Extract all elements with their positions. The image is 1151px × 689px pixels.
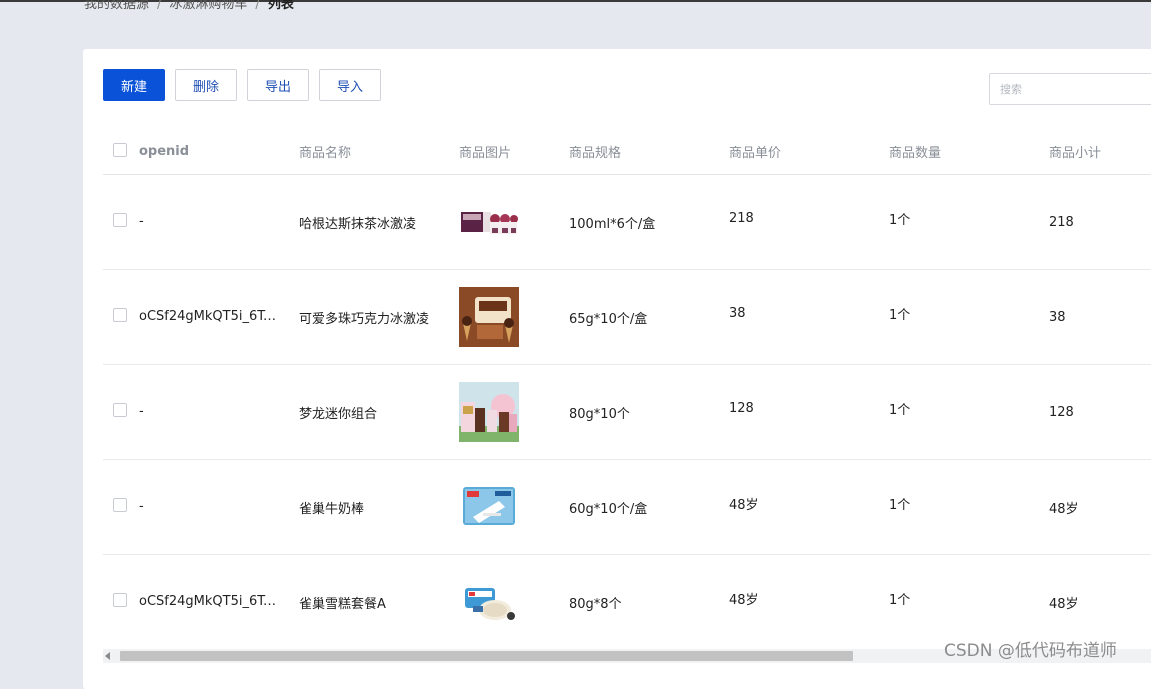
import-button[interactable]: 导入 (319, 69, 381, 101)
image-cell[interactable] (459, 365, 519, 459)
breadcrumb-item-datasource[interactable]: 我的数据源 (84, 0, 149, 12)
content-panel: 新建 删除 导出 导入 openid 商品名称 商品图片 商品规格 商品单价 商… (83, 49, 1151, 689)
qty-cell: 1个 (889, 307, 911, 323)
name-cell: 梦龙迷你组合 (299, 406, 378, 422)
row-checkbox[interactable] (113, 593, 127, 607)
breadcrumb: 我的数据源 / 冰激淋购物车 / 列表 (84, 0, 294, 12)
spec-cell: 60g*10个/盒 (569, 501, 648, 517)
header-openid[interactable]: openid (139, 129, 189, 174)
delete-button[interactable]: 删除 (175, 69, 237, 101)
breadcrumb-current: 列表 (267, 0, 294, 12)
subtotal-cell: 38 (1049, 309, 1066, 325)
magnum-mini-image[interactable] (459, 382, 519, 442)
image-cell[interactable] (459, 270, 519, 364)
qty-cell: 1个 (889, 497, 911, 513)
new-button[interactable]: 新建 (103, 69, 165, 101)
spec-cell: 65g*10个/盒 (569, 311, 648, 327)
subtotal-cell: 48岁 (1049, 501, 1079, 517)
header-subtotal[interactable]: 商品小计 (1049, 129, 1101, 174)
name-cell: 可爱多珠巧克力冰激凌 (299, 311, 430, 327)
openid-cell: - (139, 404, 144, 419)
select-all-checkbox[interactable] (113, 143, 127, 157)
openid-cell: - (139, 499, 144, 514)
image-cell[interactable] (459, 175, 519, 269)
image-cell[interactable] (459, 460, 519, 554)
openid-cell: oCSf24gMkQT5i_6Ts… (139, 594, 279, 609)
table-row[interactable]: - 哈根达斯抹茶冰激凌 100ml*6个/盒 218 1个 218 (103, 175, 1151, 270)
data-table: openid 商品名称 商品图片 商品规格 商品单价 商品数量 商品小计 - 哈… (103, 129, 1151, 650)
row-checkbox[interactable] (113, 498, 127, 512)
row-checkbox[interactable] (113, 403, 127, 417)
nestle-milk-bar-image[interactable] (459, 477, 519, 537)
watermark: CSDN @低代码布道师 (944, 641, 1117, 661)
price-cell: 38 (729, 305, 746, 321)
spec-cell: 80g*10个 (569, 406, 630, 422)
breadcrumb-separator: / (157, 0, 162, 12)
scrollbar-thumb[interactable] (120, 651, 853, 661)
openid-cell: oCSf24gMkQT5i_6Ts… (139, 309, 279, 324)
name-cell: 哈根达斯抹茶冰激凌 (299, 216, 417, 232)
spec-cell: 100ml*6个/盒 (569, 216, 656, 232)
price-cell: 48岁 (729, 592, 759, 608)
table-row[interactable]: - 雀巢牛奶棒 60g*10个/盒 48岁 1个 48岁 (103, 460, 1151, 555)
openid-cell: - (139, 214, 144, 229)
qty-cell: 1个 (889, 212, 911, 228)
table-row[interactable]: oCSf24gMkQT5i_6Ts… 可爱多珠巧克力冰激凌 65g*10个/盒 … (103, 270, 1151, 365)
breadcrumb-item-cart[interactable]: 冰激淋购物车 (169, 0, 247, 12)
image-cell[interactable] (459, 555, 519, 649)
row-checkbox[interactable] (113, 308, 127, 322)
table-header: openid 商品名称 商品图片 商品规格 商品单价 商品数量 商品小计 (103, 129, 1151, 175)
spec-cell: 80g*8个 (569, 596, 622, 612)
subtotal-cell: 218 (1049, 214, 1074, 230)
export-button[interactable]: 导出 (247, 69, 309, 101)
breadcrumb-separator: / (255, 0, 260, 12)
scroll-left-arrow-icon[interactable] (105, 652, 110, 660)
header-spec[interactable]: 商品规格 (569, 129, 621, 174)
cornetto-box-image[interactable] (459, 287, 519, 347)
search-input[interactable] (989, 73, 1151, 105)
qty-cell: 1个 (889, 592, 911, 608)
header-price[interactable]: 商品单价 (729, 129, 781, 174)
haagen-dazs-box-image[interactable] (459, 192, 519, 252)
subtotal-cell: 48岁 (1049, 596, 1079, 612)
header-qty[interactable]: 商品数量 (889, 129, 941, 174)
price-cell: 48岁 (729, 497, 759, 513)
row-checkbox[interactable] (113, 213, 127, 227)
subtotal-cell: 128 (1049, 404, 1074, 420)
header-image[interactable]: 商品图片 (459, 129, 511, 174)
header-name[interactable]: 商品名称 (299, 129, 351, 174)
price-cell: 128 (729, 400, 754, 416)
price-cell: 218 (729, 210, 754, 226)
name-cell: 雀巢雪糕套餐A (299, 596, 386, 612)
nestle-combo-image[interactable] (459, 572, 519, 632)
name-cell: 雀巢牛奶棒 (299, 501, 365, 517)
table-row[interactable]: - 梦龙迷你组合 80g*10个 128 1个 128 (103, 365, 1151, 460)
qty-cell: 1个 (889, 402, 911, 418)
